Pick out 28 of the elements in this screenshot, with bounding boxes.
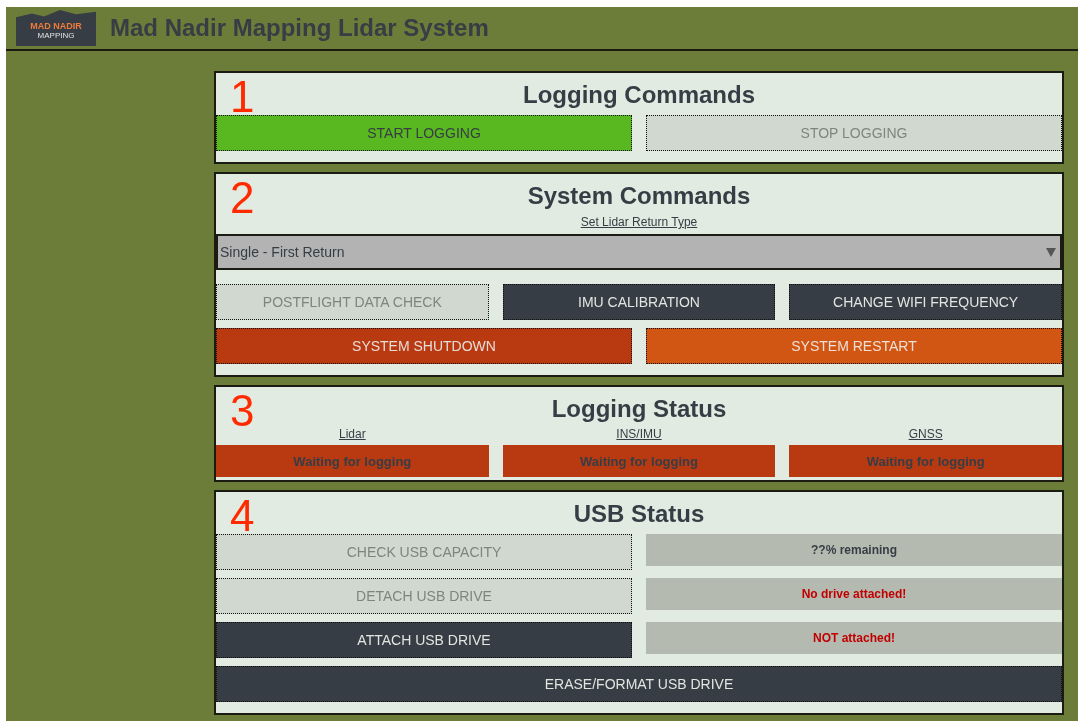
section-title: Logging Status [551, 394, 727, 424]
status-message: ??% remaining [646, 534, 1062, 566]
command-button[interactable]: IMU CALIBRATION [502, 284, 776, 320]
command-button[interactable]: CHANGE WIFI FREQUENCY [789, 284, 1062, 320]
status-indicator: Waiting for logging [216, 445, 489, 477]
sensor-label: GNSS [908, 427, 943, 441]
sensor-label: Lidar [339, 427, 366, 441]
field-label: Set Lidar Return Type [580, 215, 698, 229]
command-button[interactable]: START LOGGING [216, 115, 632, 151]
logo-wordmark: MAD NADIR [30, 20, 82, 31]
command-button[interactable]: SYSTEM SHUTDOWN [216, 328, 632, 364]
section-title: Logging Commands [523, 80, 755, 110]
command-button[interactable]: ATTACH USB DRIVE [216, 622, 632, 658]
section-number: 2 [230, 174, 255, 222]
section-title: USB Status [573, 499, 705, 529]
caret-icon [1046, 247, 1056, 257]
status-message: No drive attached! [646, 578, 1062, 610]
app-title: Mad Nadir Mapping Lidar System [110, 14, 489, 42]
command-button[interactable]: SYSTEM RESTART [646, 328, 1062, 364]
logo-tagline: MAPPING [37, 30, 75, 40]
return-type-dropdown[interactable]: Single - First Return [216, 234, 1062, 270]
section-number: 3 [230, 387, 255, 435]
status-indicator: Waiting for logging [502, 445, 776, 477]
status-indicator: Waiting for logging [789, 445, 1062, 477]
section-title: System Commands [527, 181, 751, 211]
status-message: NOT attached! [646, 622, 1062, 654]
sensor-label: INS/IMU [616, 427, 662, 441]
erase-button[interactable]: ERASE/FORMAT USB DRIVE [216, 666, 1062, 702]
